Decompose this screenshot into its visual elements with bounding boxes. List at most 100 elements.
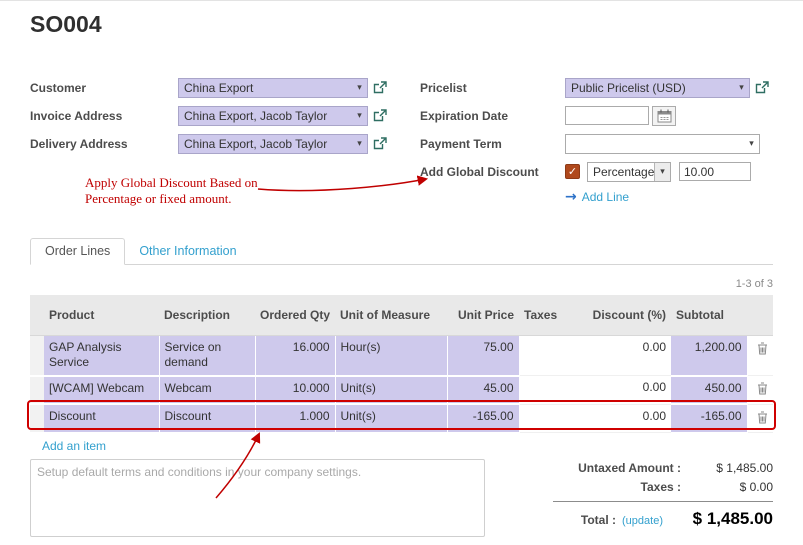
cell-qty[interactable]: 1.000 [255, 404, 335, 433]
col-description[interactable]: Description [159, 295, 255, 335]
row-handle[interactable] [30, 376, 44, 405]
row-handle[interactable] [30, 404, 44, 433]
cell-uom[interactable]: Unit(s) [335, 376, 447, 405]
col-unit-price[interactable]: Unit Price [447, 295, 519, 335]
table-row[interactable]: [WCAM] Webcam Webcam 10.000 Unit(s) 45.0… [30, 376, 773, 405]
pricelist-select[interactable]: Public Pricelist (USD) ▾ [565, 78, 750, 98]
delete-row-icon[interactable] [753, 409, 768, 427]
taxes-label: Taxes : [523, 480, 681, 494]
pager: 1-3 of 3 [736, 278, 773, 290]
cell-subtotal[interactable]: 450.00 [671, 376, 747, 405]
col-ordered-qty[interactable]: Ordered Qty [255, 295, 335, 335]
table-row-discount[interactable]: Discount Discount 1.000 Unit(s) -165.00 … [30, 404, 773, 433]
order-lines-table: Product Description Ordered Qty Unit of … [30, 295, 773, 434]
invoice-address-external-link-icon[interactable] [373, 109, 387, 122]
tab-other-information[interactable]: Other Information [125, 239, 250, 264]
cell-unit-price[interactable]: 75.00 [447, 335, 519, 376]
customer-external-link-icon[interactable] [373, 81, 387, 94]
cell-product[interactable]: [WCAM] Webcam [44, 376, 159, 405]
cell-subtotal[interactable]: 1,200.00 [671, 335, 747, 376]
global-discount-field-row: Add Global Discount ✓ Percentage ▾ [420, 161, 778, 182]
pricelist-field-row: Pricelist Public Pricelist (USD) ▾ [420, 77, 778, 98]
invoice-address-field-row: Invoice Address China Export, Jacob Tayl… [30, 105, 408, 126]
cell-description[interactable]: Webcam [159, 376, 255, 405]
pricelist-external-link-icon[interactable] [755, 81, 769, 94]
cell-qty[interactable]: 10.000 [255, 376, 335, 405]
pricelist-label: Pricelist [420, 81, 565, 95]
untaxed-amount-value: $ 1,485.00 [681, 461, 773, 475]
delivery-address-value: China Export, Jacob Taylor [179, 137, 352, 151]
customer-field-row: Customer China Export ▾ [30, 77, 408, 98]
payment-term-field-row: Payment Term ▾ [420, 133, 778, 154]
right-field-column: Pricelist Public Pricelist (USD) ▾ Expir… [420, 77, 778, 205]
col-subtotal[interactable]: Subtotal [671, 295, 747, 335]
cell-description[interactable]: Service on demand [159, 335, 255, 376]
invoice-address-label: Invoice Address [30, 109, 178, 123]
annotation-global-discount: Apply Global Discount Based on Percentag… [85, 175, 258, 208]
col-unit-of-measure[interactable]: Unit of Measure [335, 295, 447, 335]
delivery-address-select[interactable]: China Export, Jacob Taylor ▾ [178, 134, 368, 154]
terms-conditions-textarea[interactable] [30, 459, 485, 537]
cell-taxes[interactable] [519, 335, 573, 376]
sale-order-form: SO004 Customer China Export ▾ Invoice Ad… [0, 0, 803, 545]
calendar-icon[interactable] [652, 106, 676, 126]
cell-discount[interactable]: 0.00 [573, 335, 671, 376]
cell-product[interactable]: GAP Analysis Service [44, 335, 159, 376]
table-row[interactable]: GAP Analysis Service Service on demand 1… [30, 335, 773, 376]
global-discount-checkbox[interactable]: ✓ [565, 164, 580, 179]
notebook-tabs: Order Lines Other Information [30, 238, 773, 265]
customer-select[interactable]: China Export ▾ [178, 78, 368, 98]
cell-uom[interactable]: Unit(s) [335, 404, 447, 433]
pricelist-value: Public Pricelist (USD) [566, 81, 734, 95]
add-line-row: → Add Line [420, 189, 778, 205]
cell-unit-price[interactable]: 45.00 [447, 376, 519, 405]
totals-divider [553, 501, 773, 502]
totals-panel: Untaxed Amount : $ 1,485.00 Taxes : $ 0.… [523, 461, 773, 534]
chevron-down-icon: ▾ [654, 163, 670, 181]
total-value: $ 1,485.00 [663, 509, 773, 529]
payment-term-label: Payment Term [420, 137, 565, 151]
delivery-address-external-link-icon[interactable] [373, 137, 387, 150]
col-product[interactable]: Product [44, 295, 159, 335]
add-line-button[interactable]: Add Line [582, 190, 629, 204]
chevron-down-icon: ▾ [352, 139, 367, 149]
chevron-down-icon: ▾ [352, 111, 367, 121]
row-handle[interactable] [30, 335, 44, 376]
update-total-link[interactable]: (update) [622, 515, 663, 527]
total-label: Total : [523, 513, 616, 527]
cell-qty[interactable]: 16.000 [255, 335, 335, 376]
discount-type-select[interactable]: Percentage ▾ [587, 162, 671, 182]
cell-taxes[interactable] [519, 404, 573, 433]
invoice-address-value: China Export, Jacob Taylor [179, 109, 352, 123]
customer-value: China Export [179, 81, 352, 95]
cell-uom[interactable]: Hour(s) [335, 335, 447, 376]
col-discount[interactable]: Discount (%) [573, 295, 671, 335]
total-row: Total : (update) $ 1,485.00 [523, 509, 773, 529]
untaxed-amount-row: Untaxed Amount : $ 1,485.00 [523, 461, 773, 475]
cell-description[interactable]: Discount [159, 404, 255, 433]
taxes-value: $ 0.00 [681, 480, 773, 494]
expiration-date-input[interactable] [565, 106, 649, 125]
discount-amount-input[interactable] [679, 162, 751, 181]
payment-term-select[interactable]: ▾ [565, 134, 760, 154]
delete-row-icon[interactable] [753, 340, 768, 358]
cell-discount[interactable]: 0.00 [573, 376, 671, 405]
delete-row-icon[interactable] [753, 380, 768, 398]
cell-subtotal[interactable]: -165.00 [671, 404, 747, 433]
tab-order-lines[interactable]: Order Lines [30, 238, 125, 265]
page-title: SO004 [30, 11, 102, 38]
untaxed-amount-label: Untaxed Amount : [523, 461, 681, 475]
add-line-arrow-icon: → [565, 189, 577, 205]
delivery-address-field-row: Delivery Address China Export, Jacob Tay… [30, 133, 408, 154]
chevron-down-icon: ▾ [734, 83, 749, 93]
cell-unit-price[interactable]: -165.00 [447, 404, 519, 433]
expiration-date-label: Expiration Date [420, 109, 565, 123]
invoice-address-select[interactable]: China Export, Jacob Taylor ▾ [178, 106, 368, 126]
add-an-item-link[interactable]: Add an item [42, 439, 106, 453]
cell-discount[interactable]: 0.00 [573, 404, 671, 433]
delivery-address-label: Delivery Address [30, 137, 178, 151]
cell-product[interactable]: Discount [44, 404, 159, 433]
cell-taxes[interactable] [519, 376, 573, 405]
col-taxes[interactable]: Taxes [519, 295, 573, 335]
table-header-row: Product Description Ordered Qty Unit of … [30, 295, 773, 335]
